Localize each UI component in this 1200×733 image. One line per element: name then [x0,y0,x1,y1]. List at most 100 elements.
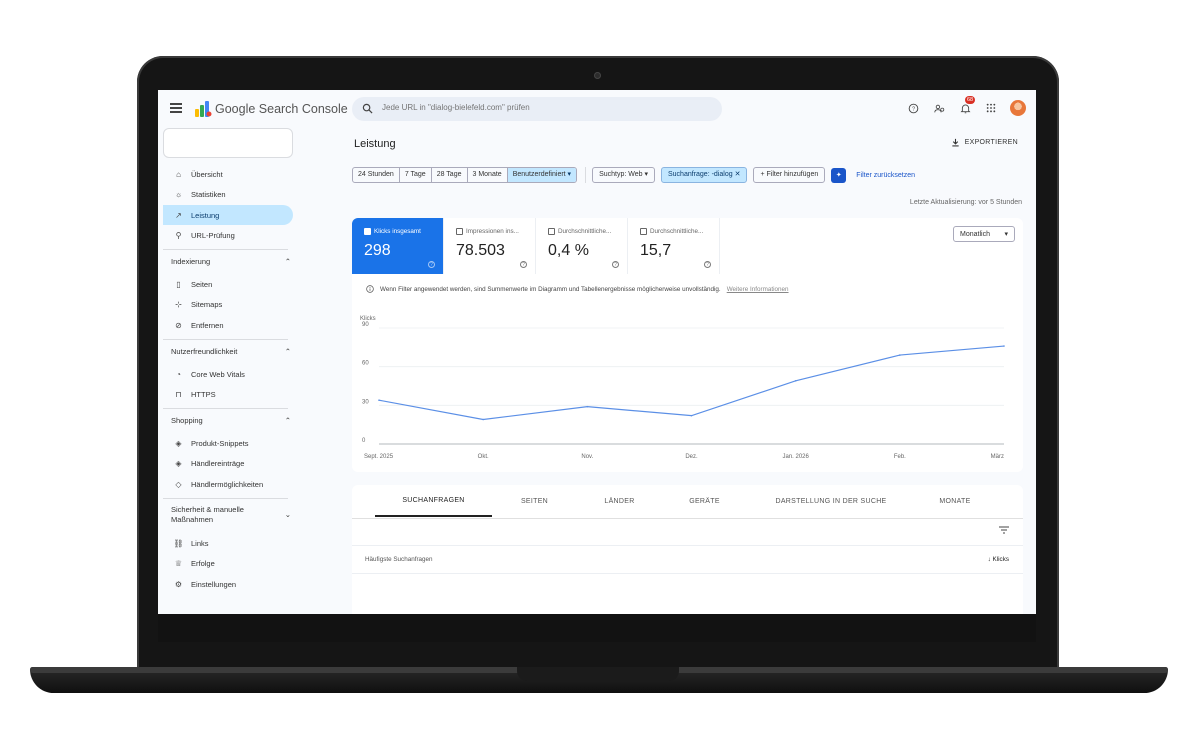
x-tick-label: Okt. [478,454,489,460]
filter-icon[interactable] [999,526,1009,534]
help-icon[interactable]: ? [704,261,711,268]
sidebar-item-url-inspection[interactable]: ⚲ URL-Prüfung [163,225,293,245]
tab-devices[interactable]: GERÄTE [662,485,747,517]
bezel-bottom [158,614,1036,642]
metric-label: Impressionen ins... [466,228,519,235]
tab-queries[interactable]: SUCHANFRAGEN [375,485,492,517]
add-filter-button[interactable]: + Filter hinzufügen [753,167,826,183]
sidebar-item-achievements[interactable]: ♕ Erfolge [163,553,293,573]
search-type-filter[interactable]: Suchtyp: Web ▾ [592,167,655,183]
data-point[interactable] [482,418,484,421]
sidebar-item-core-web-vitals[interactable]: ◔ Core Web Vitals [163,364,293,384]
sidebar: ⌂ Übersicht ☼ Statistiken ↗ Leistung ⚲ U… [158,128,298,614]
section-shopping-header[interactable]: Shopping ⌃ [171,416,291,426]
checkbox-icon[interactable] [640,228,647,235]
range-custom[interactable]: Benutzerdefiniert ▾ [507,168,577,182]
sidebar-item-merchant-opportunities[interactable]: ◇ Händlermöglichkeiten [163,474,293,494]
x-tick-label: Nov. [581,454,593,460]
checkbox-icon[interactable] [548,228,555,235]
query-filter-label: Suchanfrage: -dialog [668,171,733,178]
metric-impressions[interactable]: Impressionen ins... 78.503 ? [444,218,536,274]
section-security-header[interactable]: Sicherheit & manuelle Maßnahmen ⌄ [171,505,291,525]
metric-value: 298 [364,242,391,259]
header-top-queries: Häufigste Suchanfragen [365,556,433,563]
sidebar-item-merchant-listings[interactable]: ◈ Händlereinträge [163,453,293,473]
metric-clicks[interactable]: ✓ Klicks insgesamt 298 ? [352,218,444,274]
checkbox-checked-icon[interactable]: ✓ [364,228,371,235]
layers-icon: ◈ [175,438,182,448]
y-tick-label: 60 [362,361,369,367]
range-7d[interactable]: 7 Tage [400,168,432,182]
sidebar-item-removals[interactable]: ⊘ Entfernen [163,315,293,335]
sidebar-item-sitemaps[interactable]: ⊹ Sitemaps [163,294,293,314]
sidebar-item-insights[interactable]: ☼ Statistiken [163,184,293,204]
close-icon[interactable]: ✕ [735,171,741,178]
section-title: Nutzerfreundlichkeit [171,347,238,356]
url-inspection-search[interactable] [352,97,722,121]
data-point[interactable] [586,405,589,408]
sidebar-item-https[interactable]: ⊓ HTTPS [163,384,293,404]
metric-ctr[interactable]: Durchschnittliche... 0,4 % ? [536,218,628,274]
sidebar-item-label: Seiten [191,279,213,289]
sidebar-item-performance[interactable]: ↗ Leistung [163,205,293,225]
section-experience-header[interactable]: Nutzerfreundlichkeit ⌃ [171,347,291,357]
series-line-clicks [378,345,1005,421]
last-update-text: Letzte Aktualisierung: vor 5 Stunden [909,199,1022,206]
sidebar-item-label: URL-Prüfung [191,230,235,240]
tab-countries[interactable]: LÄNDER [577,485,662,517]
range-28d[interactable]: 28 Tage [432,168,468,182]
learn-more-link[interactable]: Weitere Informationen [727,286,789,293]
property-selector[interactable] [163,128,293,158]
data-point[interactable] [378,399,380,401]
metric-value: 15,7 [640,242,672,259]
sidebar-item-label: Core Web Vitals [191,369,245,379]
users-icon[interactable] [932,101,946,115]
sidebar-item-product-snippets[interactable]: ◈ Produkt-Snippets [163,433,293,453]
x-tick-label: Dez. [685,454,698,460]
range-3m[interactable]: 3 Monate [468,168,508,182]
header-clicks[interactable]: ↓ Klicks [988,556,1009,563]
granularity-dropdown[interactable]: Monatlich ▾ [953,226,1015,242]
query-filter-chip[interactable]: Suchanfrage: -dialog ✕ [661,167,748,183]
top-bar: Google Search Console ? 68 [158,90,1036,128]
sidebar-item-overview[interactable]: ⌂ Übersicht [163,164,293,184]
reset-filters-link[interactable]: Filter zurücksetzen [856,172,915,179]
metric-position[interactable]: Durchschnittliche... 15,7 ? [628,218,720,274]
notifications-icon[interactable]: 68 [958,96,976,115]
range-24h[interactable]: 24 Stunden [353,168,400,182]
section-indexing-header[interactable]: Indexierung ⌃ [171,257,291,267]
header-clicks-label: Klicks [992,556,1009,563]
add-filter-label: Filter hinzufügen [766,171,819,178]
tab-months[interactable]: MONATE [915,485,995,517]
info-icon [366,285,374,293]
sidebar-item-links[interactable]: ⛓ Links [163,533,293,553]
help-icon[interactable]: ? [520,261,527,268]
divider [352,518,1023,519]
help-icon[interactable]: ? [906,101,920,115]
tab-pages[interactable]: SEITEN [492,485,577,517]
tab-search-appearance[interactable]: DARSTELLUNG IN DER SUCHE [747,485,915,517]
help-icon[interactable]: ? [428,261,435,268]
menu-icon[interactable] [170,103,182,113]
page-title: Leistung [354,138,396,150]
data-point[interactable] [1003,345,1005,347]
avatar[interactable] [1010,100,1026,116]
data-point[interactable] [794,380,797,382]
data-point[interactable] [690,414,693,417]
help-icon[interactable]: ? [612,261,619,268]
sidebar-item-pages[interactable]: ▯ Seiten [163,274,293,294]
sidebar-item-settings[interactable]: ⚙ Einstellungen [163,574,293,594]
info-text: Wenn Filter angewendet werden, sind Summ… [380,285,721,293]
checkbox-icon[interactable] [456,228,463,235]
x-tick-label: Jan. 2026 [782,454,809,460]
apps-grid-icon[interactable] [984,101,998,115]
export-button[interactable]: EXPORTIEREN [951,138,1018,147]
y-tick-label: 30 [362,399,369,405]
compare-filter-icon[interactable]: ✦ [831,167,847,183]
sidebar-item-label: Links [191,538,209,548]
metric-value: 0,4 % [548,242,589,259]
link-icon: ⛓ [173,538,184,548]
sidebar-item-label: Statistiken [191,189,226,199]
data-point[interactable] [899,354,901,356]
search-input[interactable] [382,103,702,112]
